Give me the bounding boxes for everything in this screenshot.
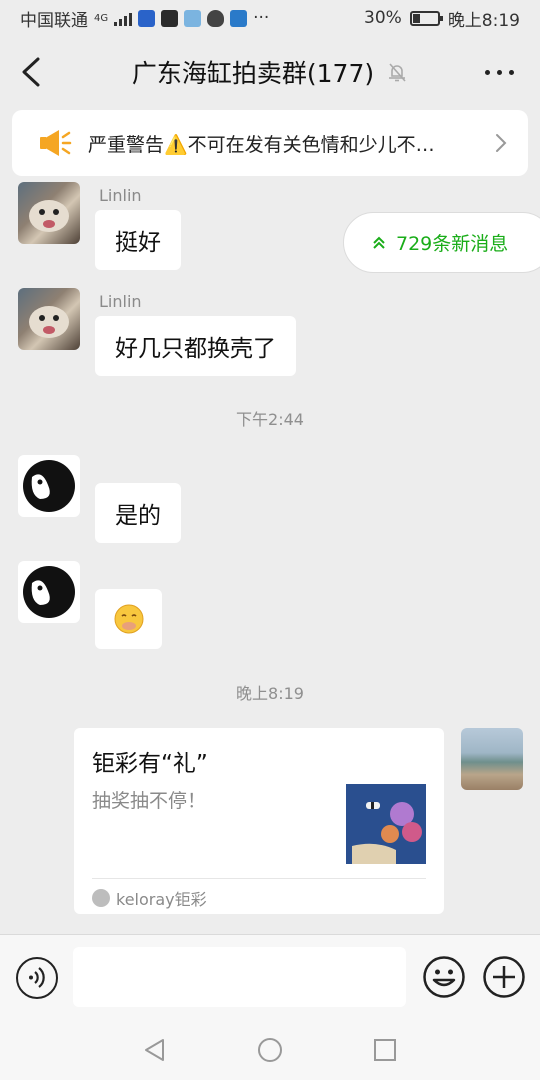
chevron-right-icon bbox=[496, 134, 507, 152]
app-notification-icon bbox=[184, 9, 202, 27]
message-bubble[interactable]: 是的 bbox=[95, 483, 181, 543]
battery-icon bbox=[409, 10, 443, 26]
avatar[interactable] bbox=[18, 455, 80, 517]
more-notifications-icon: ··· bbox=[253, 8, 270, 28]
plus-button[interactable] bbox=[482, 955, 526, 999]
status-bar: 中国联通 4G ··· 30% 晚上8:19 bbox=[0, 0, 540, 36]
card-title: 钜彩有“礼” bbox=[92, 751, 208, 777]
cloud-icon bbox=[230, 9, 248, 27]
message-bubble[interactable]: 好几只都换壳了 bbox=[95, 316, 296, 376]
emoji-bubble[interactable] bbox=[95, 589, 162, 649]
smirk-emoji-icon bbox=[114, 604, 143, 634]
nav-back-icon[interactable] bbox=[141, 1036, 169, 1064]
card-divider bbox=[92, 878, 426, 879]
carrier-label: 中国联通 bbox=[20, 10, 88, 31]
notice-text: 严重警告⚠️不可在发有关色情和少儿不… bbox=[88, 133, 435, 156]
avatar[interactable] bbox=[18, 182, 80, 244]
sender-name: Linlin bbox=[99, 292, 142, 311]
card-thumbnail bbox=[346, 784, 426, 864]
tiktok-icon bbox=[161, 9, 179, 27]
shield-icon bbox=[207, 9, 225, 27]
voice-input-button[interactable] bbox=[16, 957, 58, 999]
app-notification-icon bbox=[138, 9, 156, 27]
sender-name: Linlin bbox=[99, 186, 142, 205]
timestamp: 晚上8:19 bbox=[236, 684, 304, 703]
link-card[interactable]: 钜彩有“礼” 抽奖抽不停！ keloray钜彩 bbox=[74, 728, 444, 914]
double-chevron-up-icon bbox=[373, 236, 385, 249]
network-type: 4G bbox=[94, 12, 109, 24]
input-bar bbox=[0, 934, 540, 1020]
my-avatar[interactable] bbox=[461, 728, 523, 790]
clock: 晚上8:19 bbox=[447, 10, 520, 31]
new-messages-button[interactable]: 729条新消息 bbox=[343, 212, 540, 273]
chat-title: 广东海缸拍卖群(177) bbox=[131, 59, 375, 88]
megaphone-icon bbox=[40, 130, 72, 156]
mute-bell-icon bbox=[389, 63, 406, 82]
voice-icon bbox=[29, 967, 45, 988]
signal-icon bbox=[114, 11, 133, 26]
battery-percent: 30% bbox=[364, 8, 402, 28]
source-icon bbox=[92, 889, 110, 907]
system-nav-bar bbox=[0, 1020, 540, 1080]
message-bubble[interactable]: 挺好 bbox=[95, 210, 181, 270]
avatar[interactable] bbox=[18, 561, 80, 623]
group-notice-banner[interactable]: 严重警告⚠️不可在发有关色情和少儿不… bbox=[12, 110, 528, 176]
timestamp: 下午2:44 bbox=[236, 410, 304, 429]
chat-header: 广东海缸拍卖群(177) bbox=[0, 36, 540, 108]
more-dots-icon[interactable] bbox=[485, 70, 514, 75]
new-messages-label: 729条新消息 bbox=[396, 233, 509, 255]
nav-recents-icon[interactable] bbox=[371, 1036, 399, 1064]
nav-home-icon[interactable] bbox=[256, 1036, 284, 1064]
card-source: keloray钜彩 bbox=[116, 890, 207, 909]
message-input[interactable] bbox=[73, 947, 406, 1007]
emoji-button[interactable] bbox=[422, 955, 466, 999]
avatar[interactable] bbox=[18, 288, 80, 350]
